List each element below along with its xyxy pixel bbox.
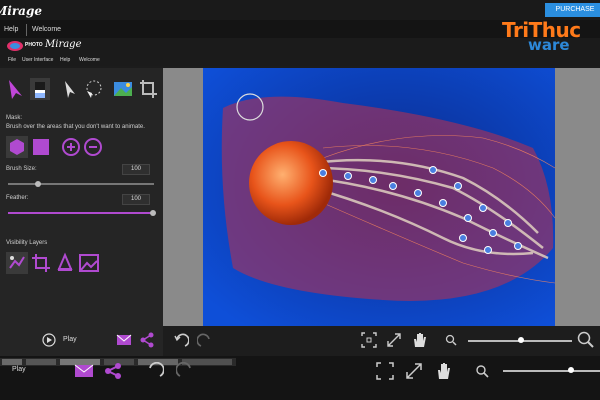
fit-icon[interactable]: [361, 332, 377, 348]
menu-user-interface[interactable]: User Interface: [22, 57, 53, 63]
feather-value[interactable]: 100: [122, 194, 150, 205]
share-icon-lower[interactable]: [104, 362, 122, 380]
app-logo: Mirage: [0, 4, 42, 18]
playback-bar: Play: [0, 326, 163, 356]
brush-size-value[interactable]: 100: [122, 164, 150, 175]
search-icon-lower[interactable]: [475, 364, 489, 378]
canvas-toolbar: [163, 326, 600, 356]
menu-help-main[interactable]: Help: [60, 57, 70, 63]
expand-icon[interactable]: [386, 332, 402, 348]
arrow-tool[interactable]: [6, 78, 26, 100]
arrow-tool-icon: [9, 80, 22, 99]
layers-motion-button[interactable]: [6, 252, 28, 274]
fit-icon-lower[interactable]: [376, 362, 394, 380]
feather-label: Feather:: [6, 195, 29, 201]
layers-anchor-icon: [57, 252, 73, 271]
lasso-tool[interactable]: [83, 78, 103, 100]
main-menu: File User Interface Help Welcome: [0, 56, 600, 68]
feather-slider[interactable]: [8, 212, 154, 214]
undo-icon[interactable]: [173, 333, 189, 349]
share-icon[interactable]: [140, 332, 154, 348]
brush-size-slider[interactable]: [8, 183, 154, 185]
hexagon-brush-icon: [10, 139, 24, 155]
hand-icon-lower[interactable]: [435, 361, 453, 381]
hand-icon[interactable]: [411, 331, 427, 349]
brand-name: Mirage: [45, 39, 82, 50]
mask-label: Mask:: [6, 115, 23, 121]
menu-welcome[interactable]: Welcome: [32, 26, 61, 33]
play-label-lower[interactable]: Play: [12, 366, 26, 373]
crop-tool-icon: [140, 80, 157, 98]
mail-icon[interactable]: [116, 333, 132, 347]
anchor-tool-icon: [65, 81, 75, 98]
zoom-out-brush-icon: [84, 138, 102, 156]
menu-file[interactable]: File: [8, 57, 16, 63]
feather-knob[interactable]: [150, 210, 156, 216]
zoom-in-brush-icon: [62, 138, 80, 156]
zoom-in-brush-button[interactable]: [60, 136, 82, 158]
layers-motion-icon: [9, 256, 25, 269]
visibility-label: Visibility Layers: [6, 240, 48, 246]
undo-icon-lower[interactable]: [146, 362, 164, 380]
mask-hint: Brush over the areas that you don't want…: [6, 124, 145, 130]
zoom-knob[interactable]: [518, 337, 524, 343]
brush-size-label: Brush Size:: [6, 166, 37, 172]
crop-tool[interactable]: [138, 78, 158, 100]
watermark-logo: TriThuc ware: [500, 18, 600, 54]
tool-panel: Mask: Brush over the areas that you don'…: [0, 68, 163, 330]
menu-divider: [26, 24, 27, 36]
image-tool-icon: [114, 82, 132, 96]
eraser-tool-icon: [35, 82, 45, 98]
square-brush-icon: [33, 139, 49, 155]
photomirage-logo-icon: [7, 41, 23, 51]
lasso-tool-icon: [86, 80, 102, 98]
zoom-slider-lower[interactable]: [503, 370, 600, 372]
layers-image-icon: [79, 254, 99, 272]
search-large-icon[interactable]: [577, 331, 595, 349]
canvas-area[interactable]: [163, 68, 600, 326]
redo-icon[interactable]: [197, 333, 213, 349]
mail-icon-lower[interactable]: [74, 364, 94, 378]
square-brush-button[interactable]: [30, 136, 52, 158]
lower-toolbar: Play: [0, 356, 600, 400]
jellyfish-photo[interactable]: [163, 68, 600, 326]
play-icon[interactable]: [42, 333, 56, 347]
title-bar: [0, 0, 600, 20]
menu-help[interactable]: Help: [4, 26, 18, 33]
watermark-sub: ware: [528, 36, 570, 54]
eraser-tool[interactable]: [30, 78, 50, 100]
redo-icon-lower[interactable]: [176, 362, 194, 380]
play-label[interactable]: Play: [63, 336, 77, 343]
layers-image-button[interactable]: [78, 252, 100, 274]
layers-crop-button[interactable]: [30, 252, 52, 274]
expand-icon-lower[interactable]: [405, 362, 423, 380]
hexagon-brush-button[interactable]: [6, 136, 28, 158]
brand-prefix: PHOTO: [25, 42, 43, 48]
menu-welcome-main[interactable]: Welcome: [79, 57, 100, 63]
layers-crop-icon: [32, 254, 50, 272]
anchor-tool[interactable]: [60, 78, 80, 100]
image-tool[interactable]: [112, 78, 132, 100]
brush-size-knob[interactable]: [35, 181, 41, 187]
zoom-out-brush-button[interactable]: [82, 136, 104, 158]
search-icon[interactable]: [445, 334, 457, 346]
purchase-button[interactable]: PURCHASE: [545, 3, 600, 17]
layers-anchor-button[interactable]: [54, 252, 76, 274]
zoom-knob-lower[interactable]: [568, 367, 574, 373]
